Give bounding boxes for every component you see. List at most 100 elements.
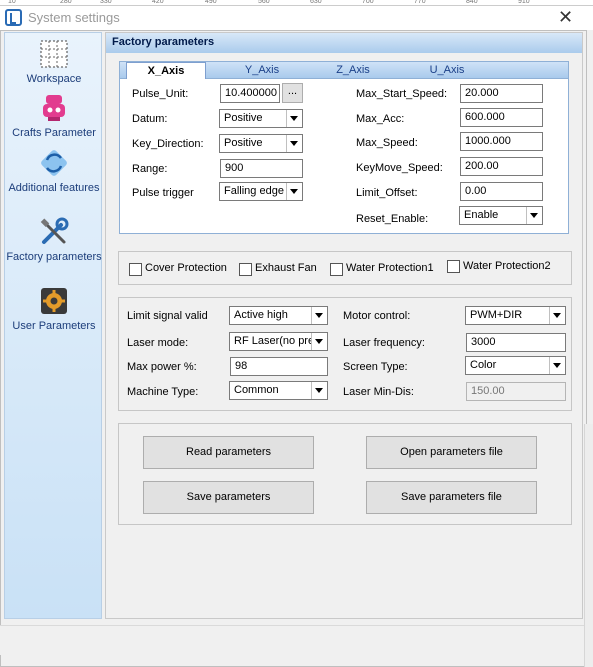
user-gear-icon: [41, 288, 67, 314]
sidebar-item-workspace[interactable]: Workspace: [5, 37, 103, 89]
sidebar-item-label: Crafts Parameter: [12, 127, 96, 139]
keymove-speed-field[interactable]: 200.00: [460, 157, 543, 176]
window-bottom-bar: [0, 625, 587, 655]
open-parameters-file-button[interactable]: Open parameters file: [366, 436, 537, 469]
window-title: System settings: [28, 10, 120, 25]
limit-signal-value: Active high: [234, 309, 288, 321]
limit-offset-label: Limit_Offset:: [356, 187, 418, 199]
sidebar-item-label: User Parameters: [12, 320, 96, 332]
sidebar-item-label: Factory parameters: [6, 251, 102, 263]
max-speed-field[interactable]: 1000.000: [460, 132, 543, 151]
pulse-trigger-value: Falling edge: [224, 185, 284, 197]
exhaust-fan-label: Exhaust Fan: [255, 262, 317, 274]
range-field[interactable]: 900: [220, 159, 303, 178]
ruler-label: 420: [152, 0, 164, 5]
ruler-label: 700: [362, 0, 374, 5]
chevron-down-icon: [311, 307, 327, 324]
max-power-label: Max power %:: [127, 361, 197, 373]
pulse-unit-field[interactable]: 10.400000: [220, 84, 280, 103]
laser-min-dis-field: 150.00: [466, 382, 566, 401]
max-power-field[interactable]: 98: [230, 357, 328, 376]
tab-z-axis[interactable]: Z_Axis: [313, 64, 393, 76]
sidebar-item-factory-parameters[interactable]: Factory parameters: [5, 215, 103, 281]
sidebar-item-label: Additional features: [8, 182, 100, 194]
sidebar-item-user-parameters[interactable]: User Parameters: [5, 284, 103, 334]
save-parameters-file-button[interactable]: Save parameters file: [366, 481, 537, 514]
workspace-grid-icon: [40, 40, 68, 68]
close-icon[interactable]: ✕: [558, 7, 573, 28]
tab-x-axis[interactable]: X_Axis: [126, 62, 206, 79]
chevron-down-icon: [311, 382, 327, 399]
chevron-down-icon: [549, 357, 565, 374]
max-start-speed-field[interactable]: 20.000: [460, 84, 543, 103]
ruler-label: 630: [310, 0, 322, 5]
tab-u-axis[interactable]: U_Axis: [407, 64, 487, 76]
sidebar: Workspace Crafts Parameter Additional fe…: [4, 32, 102, 619]
max-speed-label: Max_Speed:: [356, 137, 418, 149]
laser-mode-value: RF Laser(no pre: [234, 335, 315, 347]
reset-enable-value: Enable: [464, 209, 499, 221]
save-parameters-button[interactable]: Save parameters: [143, 481, 314, 514]
crafts-robot-icon: [43, 95, 65, 121]
chevron-down-icon: [286, 110, 302, 127]
machine-type-label: Machine Type:: [127, 386, 199, 398]
chevron-down-icon: [526, 207, 542, 224]
factory-tools-icon: [40, 217, 69, 244]
screen-type-select[interactable]: Color: [465, 356, 566, 375]
motor-control-value: PWM+DIR: [470, 309, 523, 321]
water-protection2-checkbox[interactable]: [447, 260, 460, 273]
machine-type-value: Common: [234, 384, 279, 396]
laser-mode-select[interactable]: RF Laser(no pre: [229, 332, 328, 351]
pulse-unit-label: Pulse_Unit:: [132, 88, 189, 100]
ruler-label: 10: [8, 0, 16, 5]
app-logo-icon: [5, 9, 22, 26]
ruler-label: 280: [60, 0, 72, 5]
limit-signal-label: Limit signal valid: [127, 310, 208, 322]
chevron-down-icon: [311, 333, 327, 350]
tab-y-axis[interactable]: Y_Axis: [222, 64, 302, 76]
exhaust-fan-checkbox[interactable]: [239, 263, 252, 276]
water-protection2-label: Water Protection2: [463, 260, 551, 272]
page-title: Factory parameters: [106, 33, 582, 53]
sidebar-item-crafts-parameter[interactable]: Crafts Parameter: [5, 91, 103, 143]
range-label: Range:: [132, 163, 168, 175]
pulse-trigger-label: Pulse trigger: [132, 187, 194, 199]
cover-protection-checkbox[interactable]: [129, 263, 142, 276]
sidebar-item-label: Workspace: [26, 73, 82, 85]
ruler-label: 560: [258, 0, 270, 5]
water-protection1-checkbox[interactable]: [330, 263, 343, 276]
motor-control-select[interactable]: PWM+DIR: [465, 306, 566, 325]
datum-label: Datum:: [132, 113, 168, 125]
ruler-label: 840: [466, 0, 478, 5]
sidebar-item-additional-features[interactable]: Additional features: [5, 146, 103, 212]
laser-frequency-field[interactable]: 3000: [466, 333, 566, 352]
key-direction-value: Positive: [224, 137, 263, 149]
chevron-down-icon: [286, 183, 302, 200]
limit-signal-select[interactable]: Active high: [229, 306, 328, 325]
motor-control-label: Motor control:: [343, 310, 411, 322]
ruler-label: 910: [518, 0, 530, 5]
background-scrollbar[interactable]: [584, 424, 593, 667]
machine-type-select[interactable]: Common: [229, 381, 328, 400]
reset-enable-select[interactable]: Enable: [459, 206, 543, 225]
key-direction-select[interactable]: Positive: [219, 134, 303, 153]
screen-type-label: Screen Type:: [343, 361, 408, 373]
cover-protection-label: Cover Protection: [145, 262, 227, 274]
laser-mode-label: Laser mode:: [127, 337, 189, 349]
water-protection1-label: Water Protection1: [346, 262, 434, 274]
max-acc-field[interactable]: 600.000: [460, 108, 543, 127]
pulse-unit-browse-button[interactable]: ...: [282, 83, 303, 103]
limit-offset-field[interactable]: 0.00: [460, 182, 543, 201]
reset-enable-label: Reset_Enable:: [356, 213, 429, 225]
axis-tabstrip: X_Axis Y_Axis Z_Axis U_Axis: [119, 61, 569, 79]
datum-select[interactable]: Positive: [219, 109, 303, 128]
ruler-label: 770: [414, 0, 426, 5]
ruler-label: 330: [100, 0, 112, 5]
additional-features-icon: [41, 150, 67, 176]
laser-frequency-label: Laser frequency:: [343, 337, 425, 349]
max-acc-label: Max_Acc:: [356, 113, 405, 125]
pulse-trigger-select[interactable]: Falling edge: [219, 182, 303, 201]
read-parameters-button[interactable]: Read parameters: [143, 436, 314, 469]
laser-min-dis-label: Laser Min-Dis:: [343, 386, 414, 398]
datum-value: Positive: [224, 112, 263, 124]
